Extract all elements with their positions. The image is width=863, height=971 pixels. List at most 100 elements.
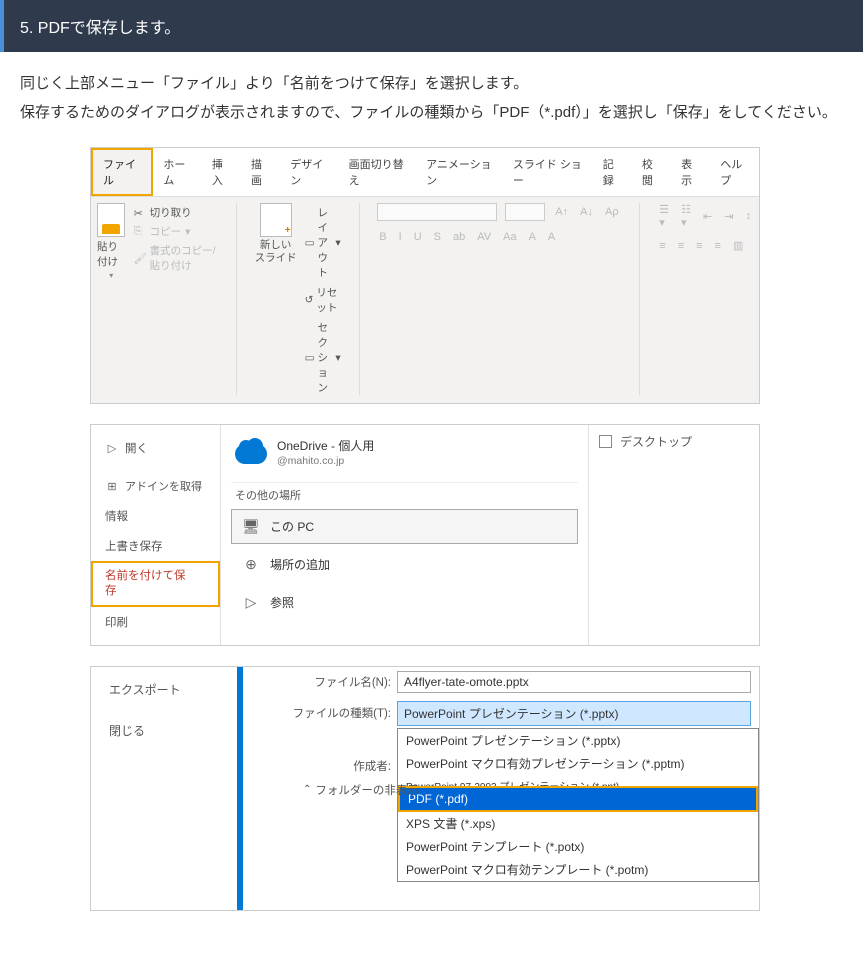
- nav-save[interactable]: 上書き保存: [91, 531, 220, 561]
- section-button[interactable]: ▭セクション ▾: [305, 320, 341, 395]
- nav-print[interactable]: 印刷: [91, 607, 220, 637]
- filename-input[interactable]: A4flyer-tate-omote.pptx: [397, 671, 751, 693]
- nav-export[interactable]: エクスポート: [99, 679, 229, 700]
- highlight-button[interactable]: A: [546, 231, 557, 243]
- strike-button[interactable]: S: [432, 231, 443, 243]
- file-nav: ▷開く ⊞アドインを取得 情報 上書き保存 名前を付けて保 存 印刷: [91, 425, 221, 645]
- addin-icon: ⊞: [105, 480, 119, 493]
- ribbon-tabs: ファイル ホーム 挿入 描画 デザイン 画面切り替え アニメーション スライド …: [91, 148, 759, 197]
- tab-help[interactable]: ヘルプ: [710, 150, 759, 194]
- option-potx[interactable]: PowerPoint テンプレート (*.potx): [398, 835, 758, 858]
- filetype-options: PowerPoint プレゼンテーション (*.pptx) PowerPoint…: [397, 728, 759, 882]
- case-button[interactable]: Aa: [501, 231, 518, 243]
- layout-button[interactable]: ▭レイアウト ▾: [305, 205, 341, 280]
- option-pptx[interactable]: PowerPoint プレゼンテーション (*.pptx): [398, 729, 758, 752]
- filetype-dropdown[interactable]: PowerPoint プレゼンテーション (*.pptx): [397, 701, 751, 726]
- hide-folders-toggle[interactable]: ⌃ フォルダーの非表示: [263, 776, 779, 804]
- tab-transitions[interactable]: 画面切り替え: [339, 150, 417, 194]
- clipboard-group: 貼り付け ▾ 切り取り ⎘コピー ▾ 🖌書式のコピー/貼り付け: [97, 203, 218, 280]
- option-potm[interactable]: PowerPoint マクロ有効テンプレート (*.potm): [398, 858, 758, 881]
- onedrive-icon: [235, 444, 267, 464]
- tab-review[interactable]: 校閲: [632, 150, 671, 194]
- browse-icon: ▷: [242, 594, 260, 611]
- option-pptm[interactable]: PowerPoint マクロ有効プレゼンテーション (*.pptm): [398, 752, 758, 775]
- chevron-up-icon: ⌃: [303, 784, 311, 795]
- numbering-button[interactable]: ☷ ▾: [679, 203, 693, 229]
- indent-inc-button[interactable]: ⇥: [722, 210, 735, 223]
- onedrive-item[interactable]: OneDrive - 個人用 @mahito.co.jp: [231, 433, 578, 482]
- author-label: 作成者:: [251, 758, 391, 774]
- columns-button[interactable]: ▥: [731, 239, 745, 252]
- tab-insert[interactable]: 挿入: [202, 150, 241, 194]
- align-justify-button[interactable]: ≡: [713, 240, 723, 252]
- align-right-button[interactable]: ≡: [694, 240, 704, 252]
- nav-open[interactable]: ▷開く: [91, 433, 220, 463]
- spacing-button[interactable]: AV: [475, 231, 493, 243]
- underline-button[interactable]: U: [412, 231, 424, 243]
- tab-design[interactable]: デザイン: [280, 150, 338, 194]
- new-slide-icon[interactable]: [260, 203, 292, 237]
- place-addplace[interactable]: ⊕ 場所の追加: [231, 547, 578, 582]
- font-grow-icon[interactable]: A↑: [553, 206, 570, 218]
- cut-button[interactable]: 切り取り: [134, 205, 218, 220]
- pc-icon: 🖥: [242, 518, 260, 535]
- place-thispc[interactable]: 🖥 この PC: [231, 509, 578, 544]
- copy-button[interactable]: ⎘コピー ▾: [134, 224, 218, 239]
- slides-group: 新しい スライド ▭レイアウト ▾ ↺リセット ▭セクション ▾: [255, 203, 341, 395]
- format-painter-button[interactable]: 🖌書式のコピー/貼り付け: [134, 243, 218, 273]
- italic-button[interactable]: I: [397, 231, 404, 243]
- ribbon-screenshot: ファイル ホーム 挿入 描画 デザイン 画面切り替え アニメーション スライド …: [90, 147, 760, 404]
- tab-draw[interactable]: 描画: [241, 150, 280, 194]
- bold-button[interactable]: B: [377, 231, 388, 243]
- align-left-button[interactable]: ≡: [657, 240, 667, 252]
- paste-label: 貼り付け: [97, 239, 126, 269]
- nav-addin[interactable]: ⊞アドインを取得: [91, 471, 220, 501]
- bullets-button[interactable]: ☰ ▾: [657, 203, 671, 229]
- option-xps[interactable]: XPS 文書 (*.xps): [398, 812, 758, 835]
- nav-info[interactable]: 情報: [91, 501, 220, 531]
- desktop-item[interactable]: デスクトップ: [599, 433, 749, 450]
- step-header: 5. PDFで保存します。: [0, 0, 863, 52]
- new-slide-label: 新しい スライド: [255, 239, 297, 264]
- folder-open-icon: ▷: [105, 441, 119, 455]
- font-shrink-icon[interactable]: A↓: [578, 206, 595, 218]
- font-color-button[interactable]: A: [527, 231, 538, 243]
- checkbox-icon[interactable]: [599, 435, 612, 448]
- onedrive-account: @mahito.co.jp: [277, 455, 374, 469]
- dialog-body: ファイル名(N): A4flyer-tate-omote.pptx ファイルの種…: [241, 667, 759, 910]
- tab-animations[interactable]: アニメーション: [416, 150, 503, 194]
- indent-dec-button[interactable]: ⇤: [701, 210, 714, 223]
- place-browse[interactable]: ▷ 参照: [231, 585, 578, 620]
- tab-file[interactable]: ファイル: [91, 148, 153, 196]
- saveas-screenshot: ▷開く ⊞アドインを取得 情報 上書き保存 名前を付けて保 存 印刷 OneDr…: [90, 424, 760, 646]
- step-title: PDFで保存します。: [38, 20, 180, 37]
- ribbon-body: 貼り付け ▾ 切り取り ⎘コピー ▾ 🖌書式のコピー/貼り付け 新しい スライド: [91, 197, 759, 403]
- nav-saveas[interactable]: 名前を付けて保 存: [91, 561, 220, 607]
- shadow-button[interactable]: ab: [451, 231, 467, 243]
- instruction-line: 同じく上部メニュー「ファイル」より「名前をつけて保存」を選択します。: [20, 70, 843, 99]
- nav-close[interactable]: 閉じる: [99, 720, 229, 741]
- clear-format-icon[interactable]: Aρ: [603, 206, 621, 218]
- linespace-button[interactable]: ↕: [743, 210, 753, 222]
- reset-button[interactable]: ↺リセット: [305, 285, 341, 315]
- tab-slideshow[interactable]: スライド ショー: [503, 150, 593, 194]
- filetype-label: ファイルの種類(T):: [251, 705, 391, 721]
- align-center-button[interactable]: ≡: [676, 240, 686, 252]
- step-number: 5.: [20, 20, 33, 37]
- filename-label: ファイル名(N):: [251, 674, 391, 690]
- instruction-line: 保存するためのダイアログが表示されますので、ファイルの種類から「PDF（*.pd…: [20, 99, 843, 128]
- places-panel: OneDrive - 個人用 @mahito.co.jp その他の場所 🖥 この…: [221, 425, 589, 645]
- paste-icon[interactable]: [97, 203, 125, 237]
- other-places-label: その他の場所: [231, 482, 578, 509]
- font-group: A↑ A↓ Aρ B I U S ab AV Aa A A: [377, 203, 620, 243]
- dialog-nav: エクスポート 閉じる: [91, 667, 241, 910]
- scissors-icon: [134, 207, 146, 219]
- instruction-text: 同じく上部メニュー「ファイル」より「名前をつけて保存」を選択します。 保存するた…: [0, 52, 863, 137]
- onedrive-title: OneDrive - 個人用: [277, 439, 374, 455]
- tab-record[interactable]: 記録: [593, 150, 632, 194]
- tab-view[interactable]: 表示: [671, 150, 710, 194]
- tab-home[interactable]: ホーム: [153, 150, 201, 194]
- locations-panel: デスクトップ: [589, 425, 759, 645]
- save-dialog-screenshot: エクスポート 閉じる ファイル名(N): A4flyer-tate-omote.…: [90, 666, 760, 911]
- add-place-icon: ⊕: [242, 556, 260, 573]
